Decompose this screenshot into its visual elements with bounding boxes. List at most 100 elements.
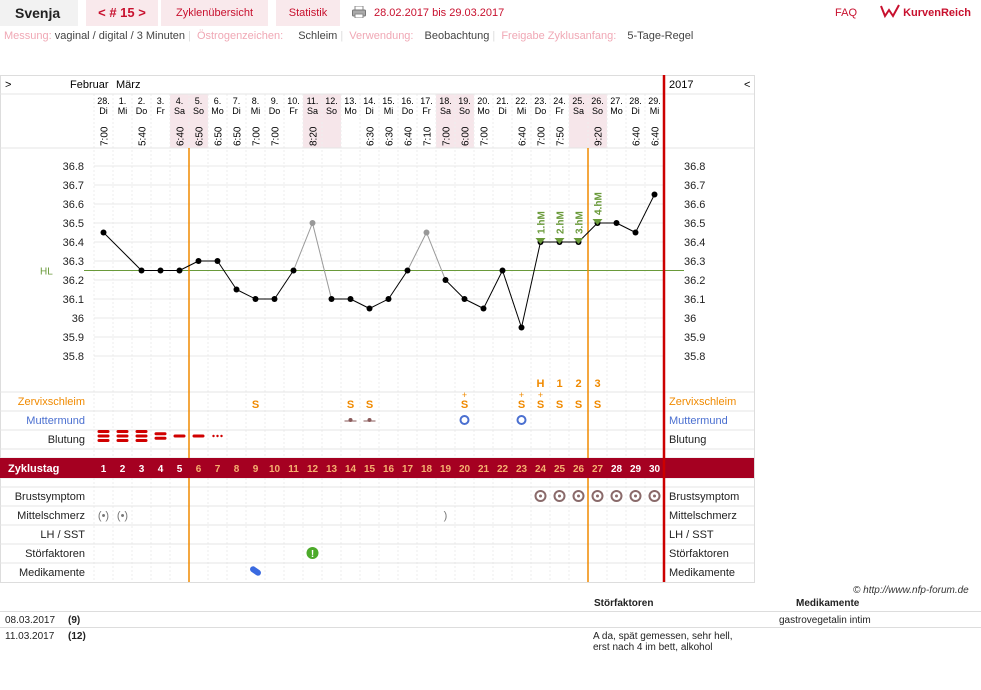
time-label: 6:40 — [632, 126, 643, 146]
cycleday-number: 6 — [196, 464, 202, 475]
row-label-lh-right: LH / SST — [669, 529, 714, 541]
note-day: (9) — [68, 615, 81, 626]
weekday-label: Di — [631, 106, 640, 116]
time-label: 6:40 — [651, 126, 662, 146]
weekday-label: Do — [136, 106, 148, 116]
weekday-label: So — [193, 106, 204, 116]
weekday-label: Fr — [156, 106, 165, 116]
temperature-point — [632, 229, 639, 236]
cycleday-number: 1 — [101, 464, 107, 475]
date-label: 28. — [629, 96, 642, 106]
bleeding-mark — [97, 430, 110, 433]
time-label: 6:00 — [461, 126, 472, 146]
cycleday-number: 25 — [554, 464, 566, 475]
time-label: 6:50 — [233, 126, 244, 146]
y-tick-label-right: 36.1 — [684, 294, 705, 306]
cycleday-number: 20 — [459, 464, 471, 475]
high-marker-label: 4.hM — [594, 192, 605, 215]
date-label: 25. — [572, 96, 585, 106]
y-tick-label-right: 36 — [684, 313, 696, 325]
date-label: 18. — [439, 96, 452, 106]
y-tick-label-left: 36.2 — [63, 275, 84, 287]
date-label: 13. — [344, 96, 357, 106]
cycleday-number: 30 — [649, 464, 661, 475]
breast-mark — [539, 494, 542, 498]
time-label: 7:00 — [442, 126, 453, 146]
time-label: 7:00 — [100, 126, 111, 146]
y-tick-label-left: 35.9 — [63, 332, 84, 344]
time-label: 7:50 — [556, 126, 567, 146]
cycleday-number: 29 — [630, 464, 642, 475]
high-marker-label: 3.hM — [575, 211, 586, 234]
row-label-disturb-right: Störfaktoren — [669, 548, 729, 560]
date-label: 8. — [252, 96, 260, 106]
weekday-label: Do — [535, 106, 547, 116]
breast-mark — [577, 494, 580, 498]
date-label: 27. — [610, 96, 623, 106]
temperature-point — [157, 267, 164, 274]
date-label: 29. — [648, 96, 661, 106]
date-label: 14. — [363, 96, 376, 106]
y-tick-label-right: 36.4 — [684, 237, 705, 249]
time-label: 6:40 — [404, 126, 415, 146]
note-stoer: A da, spät gemessen, sehr hell, erst nac… — [593, 631, 733, 653]
weekday-label: Do — [269, 106, 281, 116]
y-tick-label-right: 36.6 — [684, 199, 705, 211]
mucus-mark: S — [347, 399, 354, 411]
mucus-mark: S — [556, 399, 563, 411]
weekday-label: Mo — [477, 106, 490, 116]
bleeding-mark — [192, 434, 205, 438]
date-label: 4. — [176, 96, 184, 106]
row-label-meds-right: Medikamente — [669, 567, 735, 579]
cycleday-number: 21 — [478, 464, 490, 475]
date-label: 21. — [496, 96, 509, 106]
note-date: 08.03.2017 — [5, 615, 56, 626]
bleeding-mark — [135, 439, 148, 442]
year-label: 2017 — [669, 79, 693, 91]
cycleday-number: 11 — [288, 464, 299, 475]
y-tick-label-right: 35.8 — [684, 351, 705, 363]
mucus-mark: S — [461, 399, 468, 411]
cycle-chart: 36.8 36.836.7 36.736.6 36.636.5 36.536.4 36.4… — [0, 75, 755, 583]
date-label: 1. — [119, 96, 127, 106]
time-label: 6:50 — [195, 126, 206, 146]
date-label: 2. — [138, 96, 146, 106]
row-label-mucus-right: Zervixschleim — [669, 396, 736, 408]
cycleday-number: 27 — [592, 464, 604, 475]
date-label: 15. — [382, 96, 395, 106]
weekday-label: Mi — [384, 106, 394, 116]
breast-mark — [615, 494, 618, 498]
breast-mark — [653, 494, 656, 498]
mucus-peak-label: H — [537, 378, 545, 390]
bleeding-mark — [216, 434, 219, 438]
date-label: 3. — [157, 96, 165, 106]
bleeding-mark — [116, 439, 129, 442]
cycleday-number: 28 — [611, 464, 623, 475]
temperature-point — [404, 267, 411, 274]
breast-mark — [596, 494, 599, 498]
date-label: 23. — [534, 96, 547, 106]
y-tick-label-left: 36 — [72, 313, 84, 325]
mucus-mark: S — [594, 399, 601, 411]
note-med: gastrovegetalin intim — [779, 615, 871, 626]
cycleday-number: 17 — [402, 464, 414, 475]
temperature-point — [252, 296, 259, 302]
y-tick-label-left: 36.1 — [63, 294, 84, 306]
row-label-lh-left: LH / SST — [40, 529, 85, 541]
weekday-label: Sa — [573, 106, 584, 116]
bleeding-mark — [97, 434, 110, 438]
time-label: 6:30 — [385, 126, 396, 146]
mucus-peak-label: 1 — [556, 378, 562, 390]
time-label: 8:20 — [309, 126, 320, 146]
time-label: 7:00 — [271, 126, 282, 146]
table-row: 08.03.2017 (9) gastrovegetalin intim — [0, 611, 981, 627]
time-label: 7:00 — [537, 126, 548, 146]
row-label-meds-left: Medikamente — [19, 567, 85, 579]
mucus-mark: S — [366, 399, 373, 411]
row-label-bleeding-left: Blutung — [48, 434, 85, 446]
table-row: 11.03.2017 (12) A da, spät gemessen, seh… — [0, 627, 981, 678]
y-tick-label-left: 36.7 — [63, 180, 84, 192]
date-label: 11. — [307, 96, 319, 106]
weekday-label: Di — [498, 106, 507, 116]
note-day: (12) — [68, 631, 86, 642]
